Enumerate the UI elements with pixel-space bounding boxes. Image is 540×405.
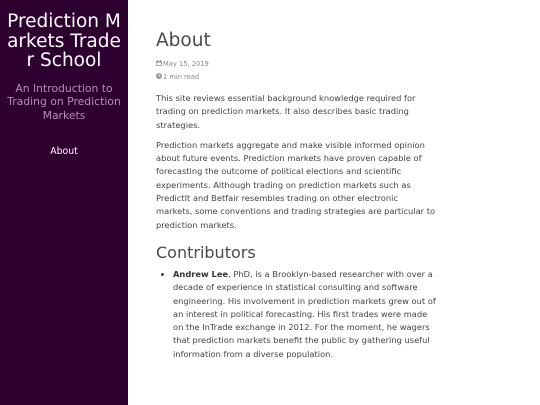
clock-icon	[156, 71, 163, 84]
list-item: Andrew Lee, PhD, is a Brooklyn-based res…	[173, 268, 436, 361]
overview-paragraph: Prediction markets aggregate and make vi…	[156, 139, 436, 230]
page-title: About	[156, 30, 211, 51]
sidebar: Prediction Markets Trader School An Intr…	[0, 0, 128, 405]
site-title-link[interactable]: Prediction Markets Trader School	[0, 12, 128, 71]
contributors-list: Andrew Lee, PhD, is a Brooklyn-based res…	[156, 268, 436, 361]
intro-paragraph: This site reviews essential background k…	[156, 93, 416, 130]
calendar-icon	[156, 58, 163, 71]
site-description: An Introduction to Trading on Prediction…	[7, 81, 121, 122]
main-content: About May 15, 2019 1 min read This site …	[156, 0, 436, 361]
read-time: 1 min read	[156, 71, 436, 84]
post-date: May 15, 2019	[156, 58, 436, 71]
post-date-text: May 15, 2019	[163, 60, 209, 68]
nav-link-about[interactable]: About	[50, 146, 78, 157]
contributors-heading: Contributors	[156, 242, 256, 262]
sidebar-nav: About	[0, 139, 128, 158]
read-time-text: 1 min read	[163, 73, 200, 81]
contributor-name: Andrew Lee	[173, 268, 229, 279]
contributor-bio: , PhD, is a Brooklyn-based researcher wi…	[173, 268, 436, 359]
